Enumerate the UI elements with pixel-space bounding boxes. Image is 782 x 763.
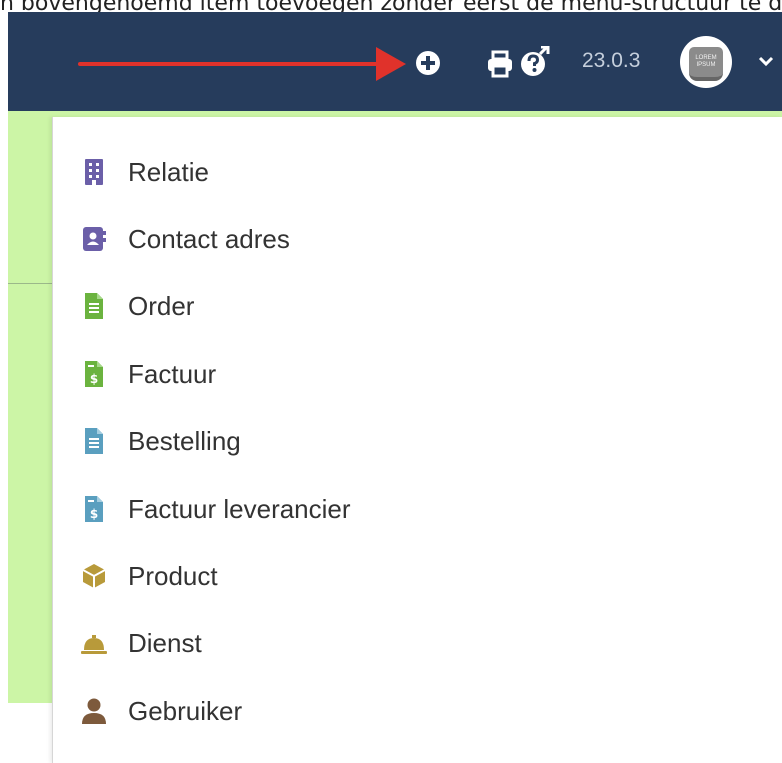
menu-item-gebruiker[interactable]: Gebruiker bbox=[53, 682, 782, 740]
version-label: 23.0.3 bbox=[582, 49, 641, 72]
menu-item-bestelling[interactable]: Bestelling bbox=[53, 412, 782, 470]
menu-item-order[interactable]: Order bbox=[53, 277, 782, 335]
menu-item-dienst[interactable]: Dienst bbox=[53, 614, 782, 672]
user-icon bbox=[82, 698, 106, 724]
annotation-arrow-head bbox=[376, 47, 406, 81]
menu-item-label: Product bbox=[128, 561, 218, 591]
question-circle-icon[interactable] bbox=[520, 46, 550, 78]
menu-item-factuur-leverancier[interactable]: $ Factuur leverancier bbox=[53, 480, 782, 538]
menu-item-label: Order bbox=[128, 291, 195, 321]
file-text-icon bbox=[85, 428, 103, 454]
file-text-icon bbox=[85, 293, 103, 319]
cube-icon bbox=[82, 564, 106, 588]
menu-item-factuur[interactable]: $ Factuur bbox=[53, 345, 782, 403]
menu-item-label: Dienst bbox=[128, 628, 202, 658]
annotation-arrow-line bbox=[78, 62, 398, 66]
printer-icon[interactable] bbox=[486, 50, 514, 78]
menu-item-label: Gebruiker bbox=[128, 696, 243, 726]
address-book-icon bbox=[83, 227, 106, 251]
menu-item-label: Contact adres bbox=[128, 224, 290, 254]
chevron-down-icon[interactable] bbox=[757, 54, 775, 68]
menu-item-label: Factuur bbox=[128, 359, 217, 389]
menu-item-label: Bestelling bbox=[128, 426, 241, 456]
file-invoice-dollar-icon: $ bbox=[85, 361, 103, 387]
panel-divider bbox=[8, 283, 56, 284]
svg-text:$: $ bbox=[90, 372, 98, 386]
svg-text:$: $ bbox=[90, 507, 98, 521]
plus-circle-icon[interactable] bbox=[415, 50, 441, 76]
menu-item-label: Factuur leverancier bbox=[128, 494, 351, 524]
building-icon bbox=[85, 159, 103, 185]
menu-item-relatie[interactable]: Relatie bbox=[53, 143, 782, 201]
avatar-cap-image: LOREM IPSUM bbox=[689, 47, 723, 81]
file-invoice-dollar-icon: $ bbox=[85, 496, 103, 522]
add-item-dropdown-menu: Relatie Contact adres Order $ Factuur Be… bbox=[52, 117, 782, 763]
menu-item-label: Relatie bbox=[128, 157, 209, 187]
concierge-bell-icon bbox=[81, 635, 107, 654]
avatar-logo-text: LOREM IPSUM bbox=[695, 55, 717, 68]
avatar[interactable]: LOREM IPSUM bbox=[680, 36, 732, 88]
menu-item-contact-adres[interactable]: Contact adres bbox=[53, 210, 782, 268]
menu-item-product[interactable]: Product bbox=[53, 547, 782, 605]
